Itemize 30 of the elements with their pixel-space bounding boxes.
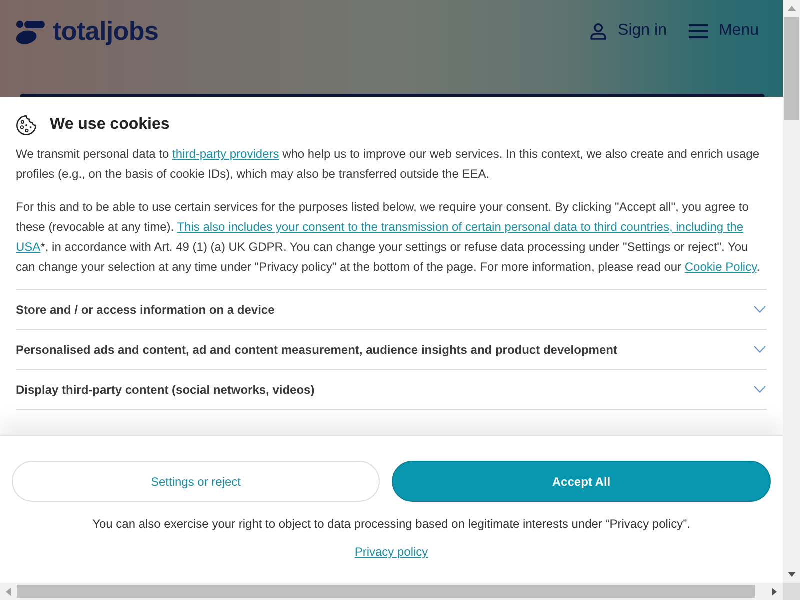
dialog-title: We use cookies <box>50 115 170 135</box>
cookie-icon <box>16 114 37 136</box>
person-icon <box>590 22 608 40</box>
settings-button[interactable]: Settings or reject <box>12 461 380 502</box>
scrollbar-thumb[interactable] <box>17 585 755 598</box>
right-arrow-icon[interactable] <box>772 588 777 596</box>
scrollbar-corner <box>783 583 800 600</box>
horizontal-scrollbar[interactable] <box>0 583 783 600</box>
body-text: For this and to be able to use certain services for the purposes listed below, we require your consent. By clicking "Accept all", you agree to these (revocable at any time). This also includes your consent to the transmission of certain personal data to third countries, including the USA*, in accordance with Art. 49 (1) (a) UK GDPR. You can change your settings or refuse data processing under "Settings or reject". You can change your selection at any time under "Privacy policy" at the bottom of the page. For more information, please read our Cookie Policy. <box>16 199 762 276</box>
accordion-item[interactable]: Store and / or access information on a device <box>16 289 767 329</box>
text-link[interactable]: third-party providers <box>172 147 280 161</box>
scrollbar-thumb[interactable] <box>784 17 799 120</box>
down-arrow-icon[interactable] <box>788 572 796 577</box>
accordion-item[interactable]: Personalised ads and content, ad and content measurement, audience insights and product development <box>16 329 767 369</box>
body-text: We transmit personal data to third-party providers who help us to improve our web services. In this context, we also create and enrich usage profiles (e.g., on the basis of cookie IDs), which may also be transferred outside the EEA. <box>16 146 761 183</box>
text-link[interactable]: Cookie Policy <box>684 260 757 274</box>
text-link[interactable]: USA <box>16 240 41 254</box>
menu-button[interactable]: Menu <box>688 21 759 41</box>
logo-icon <box>16 20 45 44</box>
menu-icon <box>688 24 708 38</box>
text-link[interactable]: This also includes your consent to the transmission of certain personal data to third countries, including the <box>177 220 744 234</box>
left-arrow-icon[interactable] <box>6 588 11 596</box>
up-arrow-icon[interactable] <box>788 6 796 11</box>
accept-button[interactable]: Accept All <box>392 461 771 502</box>
privacy-policy-link[interactable]: Privacy policy <box>354 542 428 562</box>
notice-text: You can also exercise your right to object to data processing based on legitimate interests under “Privacy policy”. <box>92 516 692 533</box>
logo-text: totaljobs <box>53 16 159 46</box>
accordion-item[interactable]: Display third-party content (social networks, videos) <box>16 369 767 410</box>
vertical-scrollbar[interactable] <box>783 0 800 583</box>
sign-in-button[interactable]: Sign in <box>590 21 667 41</box>
